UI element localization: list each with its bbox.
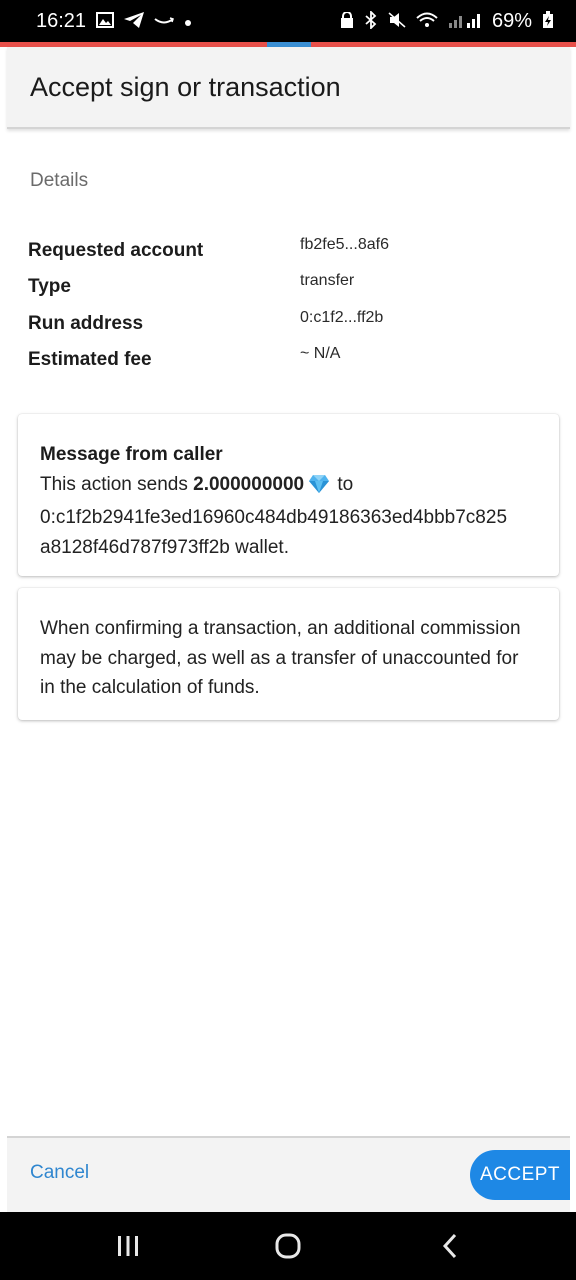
action-bar: Cancel ACCEPT (7, 1136, 570, 1212)
telegram-icon (124, 11, 145, 31)
message-text-to: to (332, 473, 354, 495)
warning-text: When confirming a transaction, an additi… (40, 618, 521, 698)
message-body: This action sends 2.000000000 to (40, 470, 537, 504)
battery-charging-icon (542, 10, 554, 32)
details-value: 0:c1f2...ff2b (300, 309, 384, 326)
bluetooth-icon (364, 9, 378, 32)
details-label: Run address (28, 313, 144, 334)
amazon-icon (154, 12, 175, 30)
details-row-estimated-fee: Estimated fee ~ N/A (28, 345, 548, 379)
page-title: Accept sign or transaction (30, 71, 341, 102)
recents-icon[interactable] (88, 1212, 168, 1280)
diamond-icon (308, 474, 330, 504)
message-address-line2: a8128f46d787f973ff2b wallet. (40, 536, 289, 558)
message-card: Message from caller This action sends 2.… (18, 414, 559, 576)
home-icon[interactable] (248, 1212, 328, 1280)
status-bar: 16:21 69% (0, 0, 576, 42)
signal-icon (448, 12, 482, 31)
dot-icon (184, 12, 192, 30)
message-address-line1: 0:c1f2b2941fe3ed16960c484db49186363ed4bb… (40, 507, 508, 528)
status-right: 69% (340, 9, 554, 33)
message-heading: Message from caller (40, 444, 223, 465)
system-nav-bar (0, 1212, 576, 1280)
status-time: 16:21 (36, 9, 87, 32)
message-amount: 2.000000000 (193, 473, 305, 495)
details-value: ~ N/A (300, 345, 341, 362)
message-text-before: This action sends (40, 473, 194, 495)
details-label: Estimated fee (28, 349, 152, 370)
details-row-run-address: Run address 0:c1f2...ff2b (28, 309, 548, 343)
wifi-icon (416, 12, 438, 31)
details-row-type: Type transfer (28, 272, 548, 306)
image-icon (96, 11, 115, 31)
details-section-title: Details (30, 170, 89, 191)
app-bar: Accept sign or transaction (7, 47, 570, 129)
details-value: fb2fe5...8af6 (300, 236, 389, 253)
lock-icon (340, 10, 354, 31)
details-label: Type (28, 276, 71, 297)
details-label: Requested account (28, 240, 204, 261)
cancel-button[interactable]: Cancel (30, 1162, 89, 1184)
back-icon[interactable] (410, 1212, 490, 1280)
mute-icon (388, 11, 406, 31)
accept-button[interactable]: ACCEPT (470, 1150, 570, 1200)
warning-card: When confirming a transaction, an additi… (18, 588, 559, 720)
details-row-requested-account: Requested account fb2fe5...8af6 (28, 236, 548, 270)
battery-level: 69% (491, 9, 532, 32)
status-left: 16:21 (36, 10, 192, 33)
details-value: transfer (300, 272, 355, 289)
